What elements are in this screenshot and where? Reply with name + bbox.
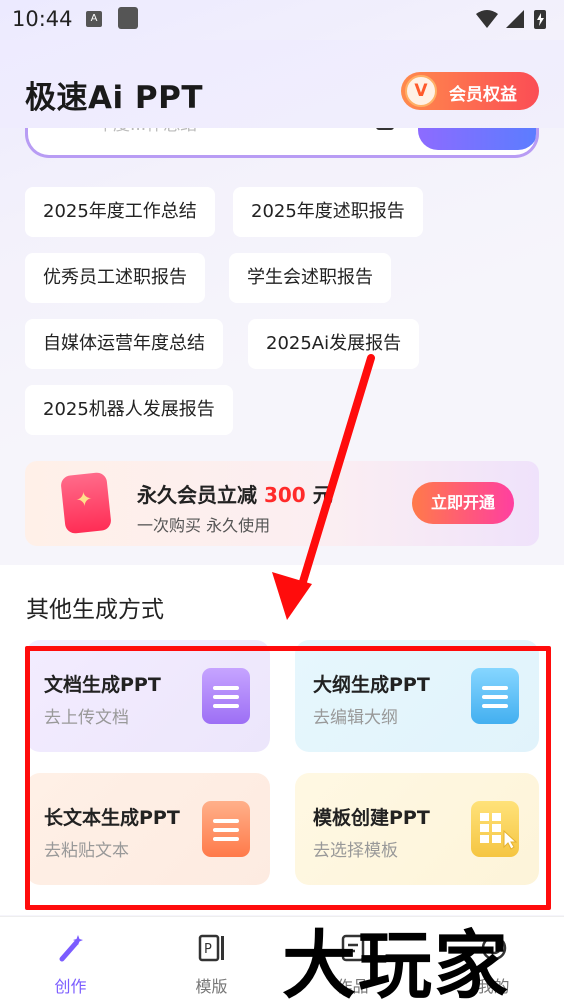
app-notification-icon bbox=[118, 7, 138, 29]
promo-subtitle: 一次购买 永久使用 bbox=[137, 516, 271, 535]
vip-icon: V bbox=[405, 75, 437, 107]
promo-banner[interactable]: 永久会员立减 300 元 一次购买 永久使用 立即开通 bbox=[25, 461, 539, 546]
promo-amount: 300 bbox=[263, 483, 306, 507]
nav-label: 创作 bbox=[54, 977, 87, 996]
suggestion-chip[interactable]: 自媒体运营年度总结 bbox=[25, 319, 223, 369]
status-bar: 10:44 A bbox=[0, 0, 564, 40]
signal-icon bbox=[506, 10, 524, 28]
ppt-template-icon: P bbox=[198, 934, 224, 962]
vip-label: 会员权益 bbox=[449, 85, 517, 105]
status-icons bbox=[474, 8, 550, 34]
svg-text:P: P bbox=[204, 942, 212, 957]
nav-templates[interactable]: P 模版 bbox=[141, 917, 282, 1004]
status-time: 10:44 bbox=[12, 7, 73, 31]
suggestion-chip[interactable]: 优秀员工述职报告 bbox=[25, 253, 205, 303]
suggestion-chip[interactable]: 2025机器人发展报告 bbox=[25, 385, 233, 435]
promo-unit: 元 bbox=[312, 483, 333, 507]
app-title: 极速Ai PPT bbox=[25, 80, 203, 116]
suggestion-chip[interactable]: 2025年度工作总结 bbox=[25, 187, 215, 237]
nav-label: 模版 bbox=[195, 977, 228, 996]
suggestion-chip[interactable]: 学生会述职报告 bbox=[229, 253, 391, 303]
vip-benefits-button[interactable]: V 会员权益 bbox=[401, 72, 539, 110]
magic-wand-icon bbox=[59, 935, 83, 962]
section-title: 其他生成方式 bbox=[26, 597, 164, 623]
watermark: 大玩家 bbox=[282, 923, 510, 1004]
promo-title: 永久会员立减 300 元 bbox=[137, 483, 333, 507]
suggestion-chip[interactable]: 2025Ai发展报告 bbox=[248, 319, 420, 369]
open-membership-button[interactable]: 立即开通 bbox=[412, 482, 514, 524]
nav-create[interactable]: 创作 bbox=[0, 917, 141, 1004]
highlight-box bbox=[25, 646, 551, 910]
red-envelope-icon bbox=[60, 471, 112, 535]
wifi-icon bbox=[476, 10, 498, 28]
notification-icon: A bbox=[86, 11, 102, 27]
suggestion-chip[interactable]: 2025年度述职报告 bbox=[233, 187, 423, 237]
